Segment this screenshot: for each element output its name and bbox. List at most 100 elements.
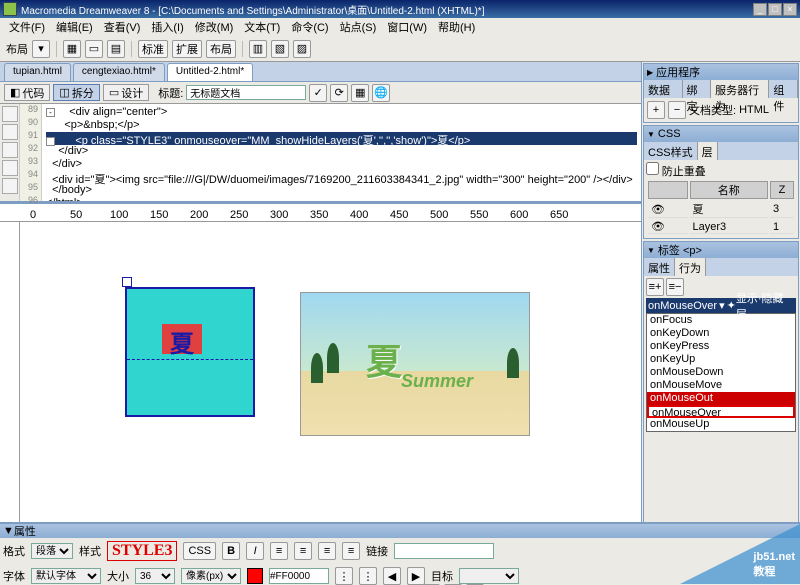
menu-modify[interactable]: 修改(M) [190, 18, 239, 36]
outdent-icon[interactable]: ◀ [383, 567, 401, 585]
event-option[interactable]: onMouseUp [647, 418, 795, 431]
panel-group: ▶应用程序 数据库 绑定 服务器行为 组件 + − 文档类型: HTML ▼CS… [642, 62, 800, 584]
title-input[interactable] [186, 85, 306, 100]
code-editor[interactable]: - <div align="center"> <p>&nbsp;</p> - <… [42, 104, 641, 201]
size-unit-select[interactable]: 像素(px) [181, 568, 241, 584]
code-view-button[interactable]: ◧代码 [4, 84, 50, 101]
remove-icon[interactable]: − [668, 101, 686, 119]
size-select[interactable]: 36 [135, 568, 175, 584]
event-option[interactable]: onMouseDown [647, 366, 795, 379]
add-icon[interactable]: + [647, 101, 665, 119]
menu-commands[interactable]: 命令(C) [286, 18, 333, 36]
align-right-icon[interactable]: ≡ [318, 542, 336, 560]
cat-expanded[interactable]: 扩展 [172, 40, 202, 58]
tab-tupian[interactable]: tupian.html [4, 63, 71, 81]
code-tool-icon[interactable] [2, 106, 18, 122]
layer-row[interactable]: 👁夏3 [648, 201, 794, 218]
cat-standard[interactable]: 标准 [138, 40, 168, 58]
css-button[interactable]: CSS [183, 542, 216, 560]
layout-dropdown[interactable]: ▾ [32, 40, 50, 58]
tab-components[interactable]: 组件 [769, 80, 798, 98]
browser-check-icon[interactable]: ⟳ [330, 84, 348, 102]
event-option[interactable]: onMouseOut [647, 392, 795, 405]
behavior-row[interactable]: onMouseOver▾ ✦ 显示·隐藏层 [646, 298, 796, 313]
preview-icon[interactable]: 🌐 [372, 84, 390, 102]
code-tool-icon[interactable] [2, 142, 18, 158]
align-center-icon[interactable]: ≡ [294, 542, 312, 560]
event-option[interactable]: onKeyDown [647, 327, 795, 340]
style-value[interactable]: STYLE3 [107, 541, 177, 561]
event-option[interactable]: onKeyPress [647, 340, 795, 353]
menu-insert[interactable]: 插入(I) [146, 18, 188, 36]
split-view-button[interactable]: ◫拆分 [53, 84, 99, 101]
event-option[interactable]: onMouseMove [647, 379, 795, 392]
remove-behavior-icon[interactable]: ≡− [666, 278, 684, 296]
list-ul-icon[interactable]: ⋮ [335, 567, 353, 585]
insert-layer-icon[interactable]: ▭ [85, 40, 103, 58]
font-select[interactable]: 默认字体 [31, 568, 101, 584]
maximize-button[interactable]: □ [768, 3, 782, 16]
canvas[interactable]: 夏 夏 Summer [20, 222, 641, 566]
tab-layers[interactable]: 层 [698, 142, 718, 160]
menu-site[interactable]: 站点(S) [335, 18, 382, 36]
event-dropdown[interactable]: onFocus onKeyDown onKeyPress onKeyUp onM… [646, 313, 796, 432]
indent-icon[interactable]: ▶ [407, 567, 425, 585]
tool-icon[interactable]: ▨ [293, 40, 311, 58]
event-option[interactable]: onKeyUp [647, 353, 795, 366]
minimize-button[interactable]: _ [753, 3, 767, 16]
css-panel-header[interactable]: ▼CSS [644, 126, 798, 142]
tab-database[interactable]: 数据库 [644, 80, 683, 98]
menu-file[interactable]: 文件(F) [4, 18, 50, 36]
target-label: 目标 [431, 568, 453, 584]
code-tool-icon[interactable] [2, 178, 18, 194]
italic-button[interactable]: I [246, 542, 264, 560]
link-input[interactable] [394, 543, 494, 559]
menu-help[interactable]: 帮助(H) [433, 18, 480, 36]
menu-edit[interactable]: 编辑(E) [51, 18, 98, 36]
menu-view[interactable]: 查看(V) [99, 18, 146, 36]
code-tool-icon[interactable] [2, 160, 18, 176]
close-button[interactable]: × [783, 3, 797, 16]
line-numbers: 8990919293949596 [20, 104, 42, 201]
insert-div-icon[interactable]: ▦ [63, 40, 81, 58]
app-panel-header[interactable]: ▶应用程序 [644, 64, 798, 80]
align-left-icon[interactable]: ≡ [270, 542, 288, 560]
tab-behaviors[interactable]: 行为 [675, 258, 706, 276]
window-title: Macromedia Dreamweaver 8 - [C:\Documents… [21, 2, 753, 17]
size-label: 大小 [107, 568, 129, 584]
tab-css-styles[interactable]: CSS样式 [644, 142, 698, 160]
event-option-highlighted[interactable]: onMouseOver [647, 405, 795, 418]
tool-icon[interactable]: ▧ [271, 40, 289, 58]
prevent-overlap-checkbox[interactable] [646, 162, 659, 175]
insert-table-icon[interactable]: ▤ [107, 40, 125, 58]
layer-xia[interactable]: 夏 [125, 287, 255, 417]
title-label: 标题: [158, 85, 183, 101]
design-view-button[interactable]: ▭设计 [103, 84, 149, 101]
align-justify-icon[interactable]: ≡ [342, 542, 360, 560]
bold-button[interactable]: B [222, 542, 240, 560]
validate-icon[interactable]: ✓ [309, 84, 327, 102]
color-swatch[interactable] [247, 568, 263, 584]
tab-server-behaviors[interactable]: 服务器行为 [711, 80, 769, 98]
code-tool-icon[interactable] [2, 124, 18, 140]
cat-layout[interactable]: 布局 [206, 40, 236, 58]
tab-untitled2[interactable]: Untitled-2.html* [167, 63, 253, 81]
summer-image[interactable]: 夏 Summer [300, 292, 530, 436]
tab-cengtexiao[interactable]: cengtexiao.html* [73, 63, 165, 81]
tool-icon[interactable]: ▥ [249, 40, 267, 58]
xia-text[interactable]: 夏 [162, 324, 202, 354]
layer-row[interactable]: 👁Layer31 [648, 220, 794, 234]
add-behavior-icon[interactable]: ≡+ [646, 278, 664, 296]
file-mgmt-icon[interactable]: ▦ [351, 84, 369, 102]
layer-handle-icon[interactable] [122, 277, 132, 287]
list-ol-icon[interactable]: ⋮ [359, 567, 377, 585]
format-select[interactable]: 段落 [31, 543, 73, 559]
color-input[interactable] [269, 568, 329, 584]
horizontal-ruler: 050100150200250300350400450500550600650 [0, 204, 641, 222]
tab-attributes[interactable]: 属性 [644, 258, 675, 276]
menu-text[interactable]: 文本(T) [239, 18, 285, 36]
menu-window[interactable]: 窗口(W) [382, 18, 432, 36]
tab-bindings[interactable]: 绑定 [683, 80, 712, 98]
tag-panel-header[interactable]: ▼标签 <p> [644, 242, 798, 258]
target-select[interactable] [459, 568, 519, 584]
